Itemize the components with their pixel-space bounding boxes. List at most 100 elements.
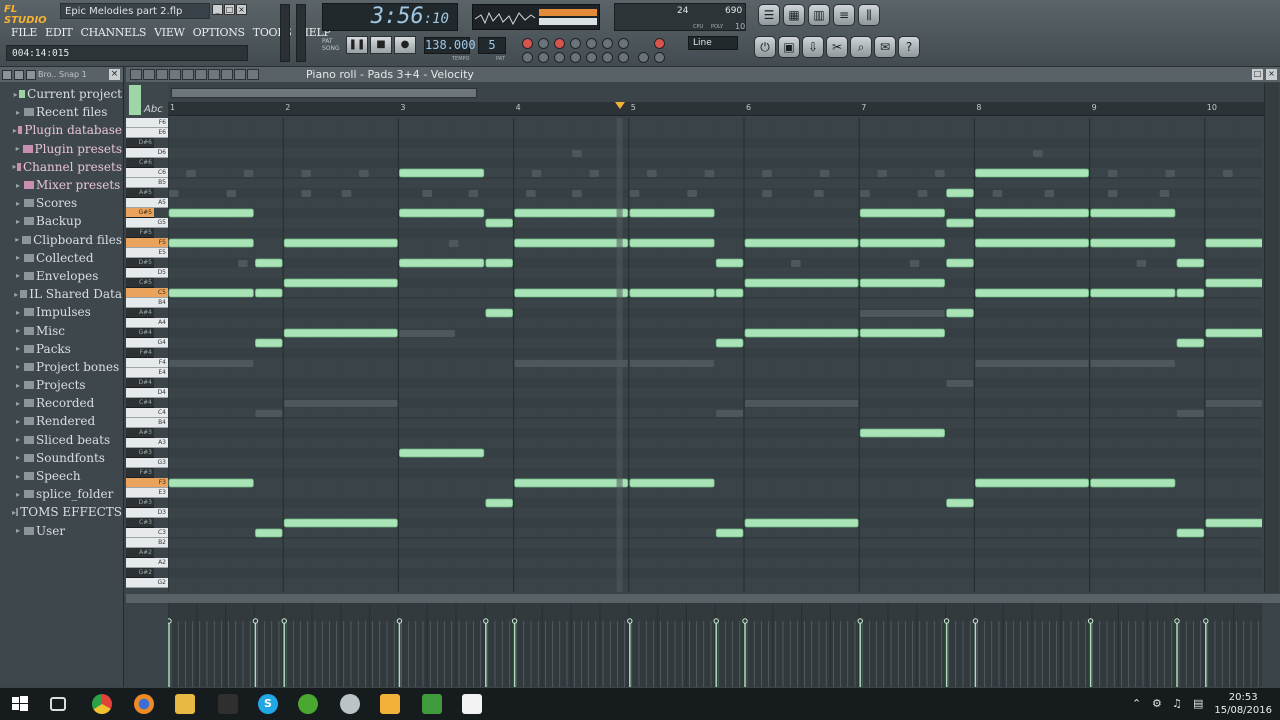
play-button[interactable]: ❚❚ bbox=[346, 36, 368, 54]
note[interactable] bbox=[859, 238, 946, 248]
stop-button[interactable]: ■ bbox=[370, 36, 392, 54]
bar-number[interactable]: 7 bbox=[861, 103, 866, 112]
piano-key[interactable]: D#5 bbox=[126, 258, 154, 268]
piano-key[interactable]: C#4 bbox=[126, 398, 154, 408]
expand-arrow-icon[interactable]: ▸ bbox=[12, 435, 24, 444]
piano-key[interactable]: D#3 bbox=[126, 498, 154, 508]
firefox-icon[interactable] bbox=[134, 694, 154, 714]
rec-tool-icon-h[interactable] bbox=[638, 52, 649, 63]
expand-arrow-icon[interactable]: ▸ bbox=[12, 144, 23, 153]
bar-number[interactable]: 10 bbox=[1207, 103, 1217, 112]
task-view-icon[interactable] bbox=[50, 697, 66, 711]
browser-item-soundfonts[interactable]: ▸ Soundfonts bbox=[12, 449, 122, 467]
piano-key[interactable]: E5 bbox=[126, 248, 168, 258]
expand-arrow-icon[interactable]: ▸ bbox=[12, 453, 24, 462]
piano-key[interactable]: G3 bbox=[126, 458, 168, 468]
pat-song-switch[interactable]: PAT SONG bbox=[322, 38, 340, 52]
piano-key[interactable]: E6 bbox=[126, 128, 168, 138]
note[interactable] bbox=[168, 478, 254, 488]
browser-item-project-bones[interactable]: ▸ Project bones bbox=[12, 358, 122, 376]
browser-snap-label[interactable]: Bro.. Snap 1 bbox=[38, 70, 87, 79]
step-sequencer-icon[interactable]: ▦ bbox=[783, 4, 805, 26]
piano-key[interactable]: A3 bbox=[126, 438, 168, 448]
velocity-handle[interactable] bbox=[1087, 618, 1094, 624]
rec-tool-icon-b[interactable] bbox=[538, 52, 549, 63]
note[interactable] bbox=[485, 258, 513, 268]
chrome-icon[interactable] bbox=[92, 694, 112, 714]
velocity-handle[interactable] bbox=[713, 618, 719, 624]
browser-close-icon[interactable]: × bbox=[109, 69, 120, 80]
piano-key[interactable]: G4 bbox=[126, 338, 168, 348]
browser-item-scores[interactable]: ▸ Scores bbox=[12, 194, 122, 212]
master-pitch-slider[interactable] bbox=[296, 4, 306, 62]
piano-key[interactable]: B4 bbox=[126, 418, 168, 428]
menu-edit[interactable]: EDIT bbox=[42, 24, 75, 41]
piano-key[interactable]: D#4 bbox=[126, 378, 154, 388]
piano-key[interactable]: C6 bbox=[126, 168, 168, 178]
playback-tool-icon[interactable] bbox=[234, 69, 246, 80]
browser-item-speech[interactable]: ▸ Speech bbox=[12, 467, 122, 485]
velocity-handle[interactable] bbox=[483, 618, 489, 624]
rec-tool-icon-d[interactable] bbox=[570, 52, 581, 63]
note[interactable] bbox=[859, 278, 946, 288]
piano-key[interactable]: B2 bbox=[126, 538, 168, 548]
browser-item-user[interactable]: ▸ User bbox=[12, 522, 122, 540]
horizontal-scrollbar[interactable] bbox=[171, 88, 477, 98]
piano-key[interactable]: D5 bbox=[126, 268, 168, 278]
note[interactable] bbox=[283, 278, 398, 288]
expand-arrow-icon[interactable]: ▸ bbox=[12, 308, 24, 317]
playhead-marker-icon[interactable] bbox=[614, 102, 625, 109]
piano-key[interactable]: E4 bbox=[126, 368, 168, 378]
note[interactable] bbox=[715, 258, 744, 268]
piano-key[interactable]: F3 bbox=[126, 478, 168, 488]
delete-tool-icon[interactable] bbox=[169, 69, 181, 80]
browser-item-backup[interactable]: ▸ Backup bbox=[12, 212, 122, 230]
note[interactable] bbox=[975, 478, 1090, 488]
note[interactable] bbox=[485, 218, 513, 228]
piano-key[interactable]: G#3 bbox=[126, 448, 154, 458]
browser-collapse-icon[interactable] bbox=[14, 69, 24, 80]
tray-notification-icon[interactable]: ▤ bbox=[1193, 697, 1203, 710]
note[interactable] bbox=[744, 518, 859, 528]
bar-number[interactable]: 8 bbox=[976, 103, 981, 112]
expand-arrow-icon[interactable]: ▸ bbox=[12, 399, 24, 408]
fl-studio-task-icon[interactable] bbox=[380, 694, 400, 714]
piano-key[interactable]: F#4 bbox=[126, 348, 154, 358]
expand-arrow-icon[interactable]: ▸ bbox=[12, 472, 24, 481]
browser-item-il-shared-data[interactable]: ▸ IL Shared Data bbox=[12, 285, 122, 303]
browser-item-packs[interactable]: ▸ Packs bbox=[12, 340, 122, 358]
note[interactable] bbox=[744, 238, 859, 248]
velocity-handle[interactable] bbox=[857, 618, 863, 624]
piano-key[interactable]: D3 bbox=[126, 508, 168, 518]
note[interactable] bbox=[715, 338, 744, 348]
piano-key[interactable]: F#5 bbox=[126, 228, 154, 238]
app-icon-grey[interactable] bbox=[340, 694, 360, 714]
camtasia-white-icon[interactable] bbox=[462, 694, 482, 714]
piano-keyboard[interactable]: F6 E6 D#6 D6 C#6 C6 B5 A#5 A5 G#5 G5 F#5 F5 E5 D#5 D5 C#… bbox=[126, 118, 168, 591]
note[interactable] bbox=[715, 528, 744, 538]
bar-number[interactable]: 2 bbox=[285, 103, 290, 112]
expand-arrow-icon[interactable]: ▸ bbox=[12, 344, 24, 353]
expand-arrow-icon[interactable]: ▸ bbox=[12, 490, 24, 499]
velocity-handle[interactable] bbox=[511, 618, 518, 624]
tray-expand-icon[interactable]: ⌃ bbox=[1132, 697, 1141, 710]
note[interactable] bbox=[283, 518, 398, 528]
browser-item-sliced-beats[interactable]: ▸ Sliced beats bbox=[12, 431, 122, 449]
event-pane-separator[interactable] bbox=[126, 594, 1280, 603]
rec-tool-icon-e[interactable] bbox=[586, 52, 597, 63]
velocity-handle[interactable] bbox=[943, 618, 950, 624]
note[interactable] bbox=[1176, 288, 1205, 298]
piano-key[interactable]: F4 bbox=[126, 358, 168, 368]
piano-roll-icon[interactable]: ▥ bbox=[808, 4, 830, 26]
menu-file[interactable]: FILE bbox=[8, 24, 40, 41]
note[interactable] bbox=[485, 498, 513, 508]
browser-item-mixer-presets[interactable]: ▸ Mixer presets bbox=[12, 176, 122, 194]
expand-arrow-icon[interactable]: ▸ bbox=[12, 271, 24, 280]
piano-key[interactable]: F6 bbox=[126, 118, 168, 128]
browser-item-recorded[interactable]: ▸ Recorded bbox=[12, 394, 122, 412]
note[interactable] bbox=[168, 238, 254, 248]
expand-arrow-icon[interactable]: ▸ bbox=[12, 326, 24, 335]
note[interactable] bbox=[744, 278, 859, 288]
piano-key[interactable]: A#2 bbox=[126, 548, 154, 558]
piano-key[interactable]: A#5 bbox=[126, 188, 154, 198]
